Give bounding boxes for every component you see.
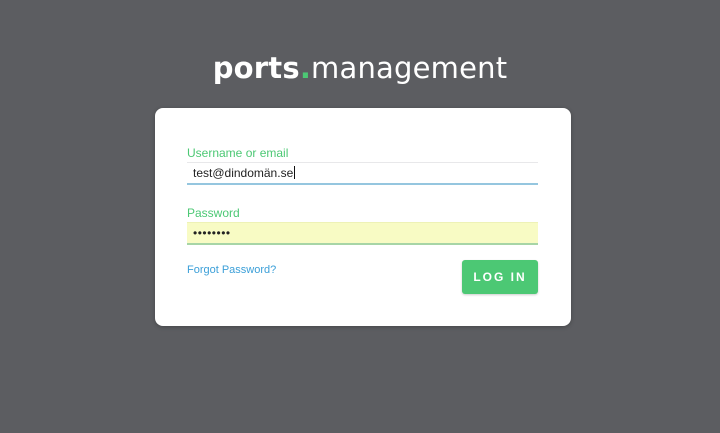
- text-caret: [294, 166, 296, 179]
- forgot-password-link[interactable]: Forgot Password?: [187, 263, 276, 277]
- login-button[interactable]: LOG IN: [462, 260, 538, 294]
- logo-rest: management: [311, 51, 508, 85]
- logo-dot: .: [299, 51, 312, 85]
- logo-brand: ports: [212, 51, 300, 85]
- password-input[interactable]: ••••••••: [187, 222, 538, 245]
- logo: ports.management: [0, 50, 720, 86]
- username-label: Username or email: [187, 146, 289, 160]
- username-input[interactable]: test@dindomän.se: [187, 162, 538, 185]
- login-card: Username or email test@dindomän.se Passw…: [155, 108, 571, 326]
- username-value: test@dindomän.se: [193, 166, 294, 180]
- password-value: ••••••••: [193, 226, 231, 240]
- password-label: Password: [187, 206, 240, 220]
